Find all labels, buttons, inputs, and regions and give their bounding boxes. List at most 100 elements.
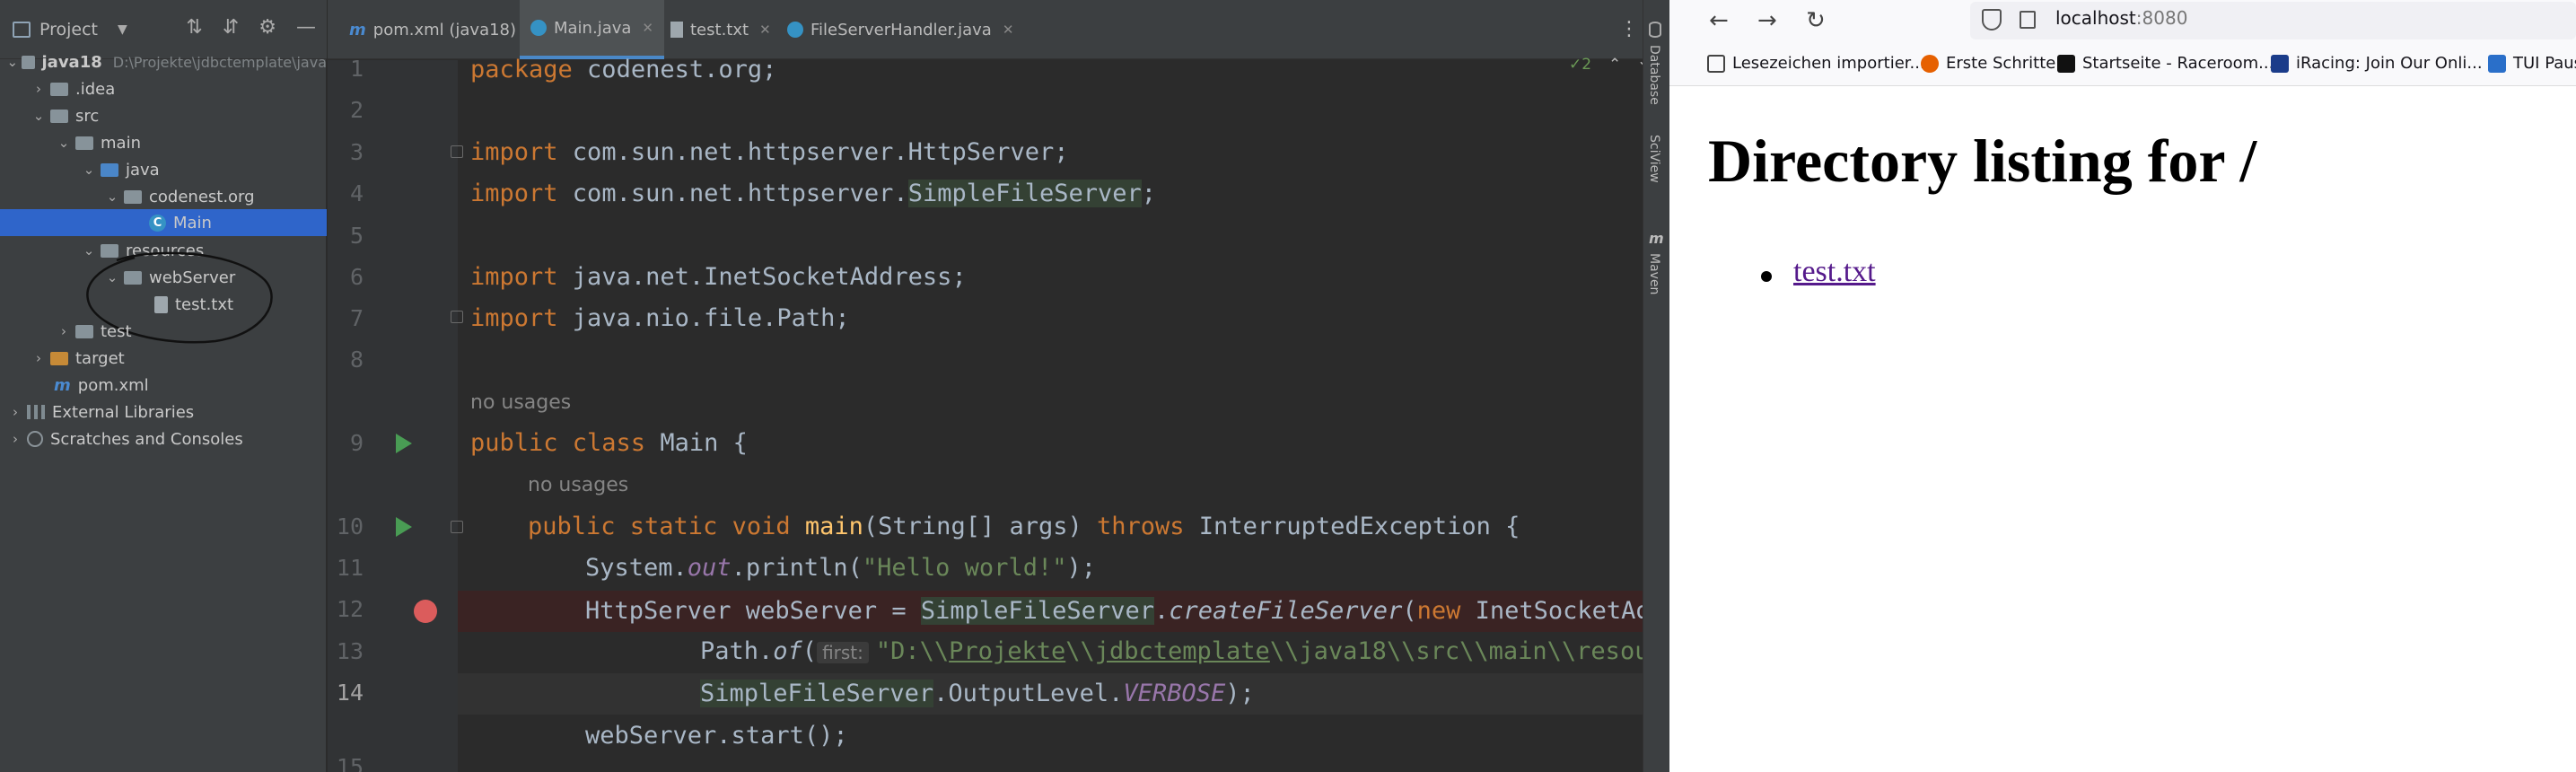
close-icon[interactable]: ✕ xyxy=(759,22,771,38)
chevron-down-icon[interactable]: ▼ xyxy=(118,22,127,37)
library-icon xyxy=(27,405,45,419)
url-host: localhost xyxy=(2055,7,2136,29)
database-tool-button[interactable]: Database xyxy=(1647,45,1661,105)
run-icon[interactable] xyxy=(396,434,412,453)
tree-item-main[interactable]: ⌄ main xyxy=(52,129,141,156)
tree-item-target[interactable]: › target xyxy=(27,345,125,372)
sciview-tool-button[interactable]: SciView xyxy=(1647,135,1661,183)
project-panel-title[interactable]: Project xyxy=(39,20,98,39)
usages-hint[interactable]: no usages xyxy=(470,391,571,414)
usages-hint[interactable]: no usages xyxy=(528,474,628,496)
project-view-icon[interactable] xyxy=(13,21,31,38)
file-link[interactable]: test.txt xyxy=(1793,255,1876,289)
code-token: com.sun.net.httpserver. xyxy=(557,180,908,207)
code-line-12: HttpServer webServer = SimpleFileServer.… xyxy=(585,591,1679,632)
page-icon[interactable] xyxy=(2020,11,2036,29)
inspection-status[interactable]: ✓2 xyxy=(1569,56,1591,74)
chevron-right-icon[interactable]: › xyxy=(4,404,27,420)
bookmark-tui[interactable]: TUI Paus xyxy=(2488,54,2576,73)
bookmark-label: Lesezeichen importier... xyxy=(1732,54,1925,73)
bookmark-erste-schritte[interactable]: Erste Schritte xyxy=(1921,54,2055,73)
tree-item-external-libraries[interactable]: › External Libraries xyxy=(4,399,194,425)
code-token: import xyxy=(470,263,558,291)
shield-icon[interactable] xyxy=(1982,9,2002,31)
close-icon[interactable]: ✕ xyxy=(1003,22,1014,38)
maven-icon: m xyxy=(349,20,366,39)
tree-label: target xyxy=(75,348,125,368)
bookmark-raceroom[interactable]: Startseite - Raceroom.... xyxy=(2057,54,2279,73)
code-token: Path. xyxy=(700,637,774,665)
tree-item-java[interactable]: ⌄ java xyxy=(77,156,160,183)
forward-icon[interactable]: → xyxy=(1757,7,1777,34)
tree-item-main-class[interactable]: C Main xyxy=(0,209,327,236)
tree-item-idea[interactable]: › .idea xyxy=(27,75,115,102)
more-tabs-icon[interactable]: ⋮ xyxy=(1619,18,1639,40)
tree-item-codenest-org[interactable]: ⌄ codenest.org xyxy=(101,183,255,210)
chevron-right-icon[interactable]: › xyxy=(27,350,50,366)
chevron-down-icon[interactable]: ⌄ xyxy=(4,54,22,70)
editor-gutter[interactable] xyxy=(328,60,458,772)
code-line-6: import java.net.InetSocketAddress; xyxy=(470,257,967,298)
reload-icon[interactable]: ↻ xyxy=(1806,7,1826,34)
close-icon[interactable]: ✕ xyxy=(642,20,653,36)
scratches-icon xyxy=(27,431,43,447)
chevron-up-icon[interactable]: ⌃ xyxy=(1608,56,1621,74)
run-icon[interactable] xyxy=(396,517,412,537)
code-token: "D:\\ xyxy=(875,637,950,665)
code-line-7: import java.nio.file.Path; xyxy=(470,298,850,339)
module-path: D:\Projekte\jdbctemplate\java xyxy=(112,53,327,71)
tree-item-test[interactable]: › test xyxy=(52,318,132,345)
bookmark-import[interactable]: Lesezeichen importier... xyxy=(1707,54,1925,73)
tree-label: codenest.org xyxy=(149,187,255,206)
fold-icon[interactable] xyxy=(451,311,463,323)
maven-icon[interactable]: m xyxy=(1649,230,1664,247)
firefox-icon xyxy=(1921,54,1939,73)
tui-icon xyxy=(2488,54,2506,73)
database-icon[interactable] xyxy=(1649,22,1661,38)
tree-item-scratches[interactable]: › Scratches and Consoles xyxy=(4,425,243,452)
code-token: Projekte xyxy=(949,637,1066,665)
chevron-down-icon[interactable]: ⌄ xyxy=(101,189,124,205)
fold-icon[interactable] xyxy=(451,145,463,158)
line-number: 4 xyxy=(349,180,364,206)
maven-tool-button[interactable]: Maven xyxy=(1647,253,1661,294)
tree-item-java18[interactable]: ⌄ java18 D:\Projekte\jdbctemplate\java xyxy=(4,48,327,75)
gear-icon[interactable]: ⚙ xyxy=(258,16,276,39)
chevron-right-icon[interactable]: › xyxy=(4,431,27,447)
code-token: main xyxy=(804,513,863,540)
code-token: ); xyxy=(1225,680,1255,707)
line-number: 9 xyxy=(349,430,364,456)
code-line-13: Path.of(first: "D:\\Projekte\\jdbctemplat… xyxy=(700,631,1678,672)
breakpoint-icon[interactable] xyxy=(414,600,437,623)
java-class-icon: C xyxy=(149,214,166,232)
tree-label: .idea xyxy=(75,79,116,99)
expand-all-icon[interactable]: ⇅ xyxy=(186,16,202,39)
chevron-right-icon[interactable]: › xyxy=(52,323,75,339)
code-token: import xyxy=(470,304,558,332)
fold-icon[interactable] xyxy=(451,521,463,533)
collapse-all-icon[interactable]: ⇵ xyxy=(223,16,239,39)
code-token: (String[] args) xyxy=(863,513,1097,540)
tree-label: External Libraries xyxy=(52,402,195,422)
chevron-right-icon[interactable]: › xyxy=(27,81,50,97)
code-token: \\ xyxy=(1065,637,1095,665)
tree-label: pom.xml xyxy=(77,375,149,395)
bookmark-iracing[interactable]: iRacing: Join Our Onli... xyxy=(2271,54,2483,73)
back-icon[interactable]: ← xyxy=(1709,7,1729,34)
url-port: :8080 xyxy=(2135,7,2188,29)
iracing-icon xyxy=(2271,54,2289,73)
folder-icon xyxy=(75,136,93,150)
chevron-down-icon[interactable]: ⌄ xyxy=(77,162,101,178)
tree-item-src[interactable]: ⌄ src xyxy=(27,102,100,129)
line-number: 13 xyxy=(336,638,364,664)
url-text[interactable]: localhost:8080 xyxy=(2055,7,2187,29)
code-token: .OutputLevel. xyxy=(933,680,1124,707)
bookmark-label: TUI Paus xyxy=(2513,54,2576,73)
code-token: ); xyxy=(1066,554,1096,582)
chevron-down-icon[interactable]: ⌄ xyxy=(52,135,75,151)
chevron-down-icon[interactable]: ⌄ xyxy=(27,108,50,124)
tree-item-pom-xml[interactable]: m pom.xml xyxy=(54,372,149,399)
code-token: com.sun.net.httpserver.HttpServer; xyxy=(557,138,1069,166)
tab-fileserverhandler[interactable]: FileServerHandler.java ✕ xyxy=(776,0,1024,59)
minimize-icon[interactable]: — xyxy=(296,16,316,39)
